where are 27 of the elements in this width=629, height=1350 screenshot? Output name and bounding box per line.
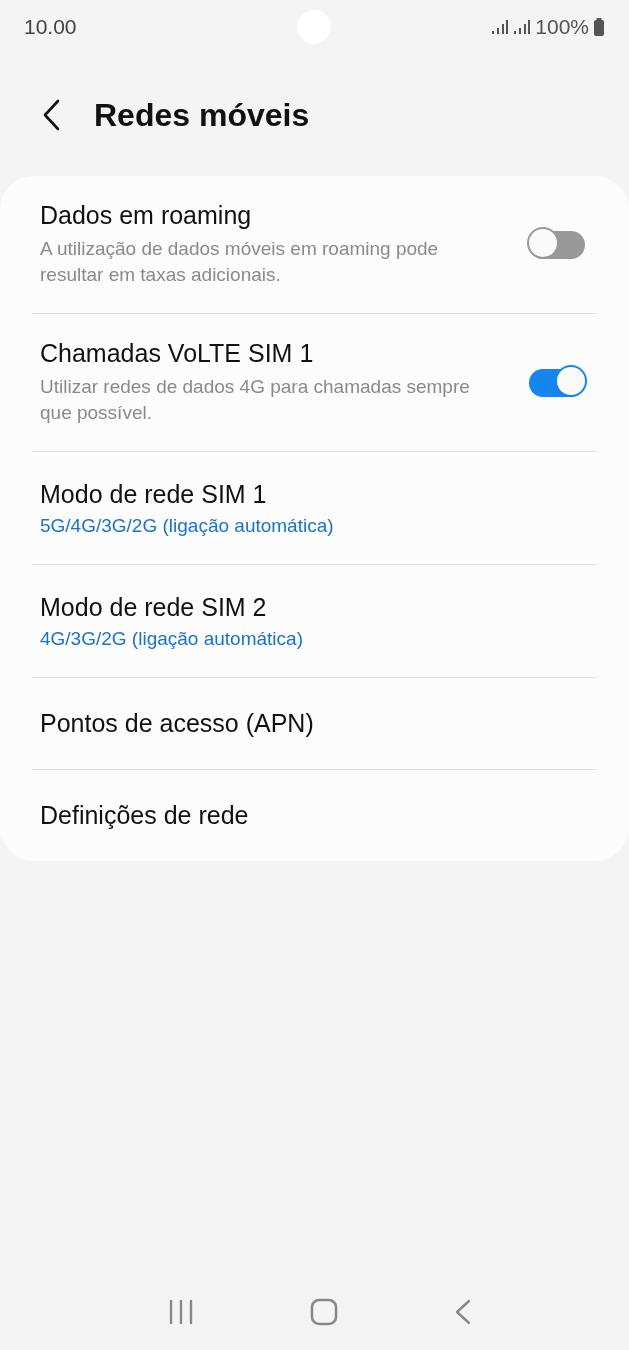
item-title: Modo de rede SIM 1	[40, 479, 268, 509]
toggle-switch[interactable]	[529, 368, 585, 397]
settings-item[interactable]: Dados em roaming A utilização de dados móveis em roaming pode resultar em taxas adicionais.	[32, 176, 597, 313]
item-title: Dados em roaming	[40, 201, 253, 230]
item-title: Definições de rede	[40, 801, 249, 830]
item-value: 5G/4G/3G/2G (ligação automática)	[40, 514, 334, 537]
settings-item[interactable]: Chamadas VoLTE SIM 1 Utilizar redes de dados 4G para chamadas sempre que possível.	[32, 314, 597, 451]
battery-icon	[593, 18, 605, 36]
status-time: 10.00	[24, 15, 77, 39]
settings-item[interactable]: Pontos de acesso (APN)	[32, 678, 597, 769]
settings-item[interactable]: Definições de rede	[32, 770, 597, 861]
item-summary: A utilização de dados móveis em roaming pode resultar em taxas adicionais.	[40, 237, 440, 287]
settings-item[interactable]: Modo de rede SIM 2 4G/3G/2G (ligação automática)	[32, 565, 597, 677]
signal-icon	[513, 19, 532, 35]
home-icon[interactable]	[310, 1298, 339, 1326]
page-title: Redes móveis	[94, 96, 310, 134]
item-title: Modo de rede SIM 2	[40, 592, 268, 622]
signal-icon	[491, 19, 510, 35]
battery-percentage: 100%	[535, 15, 589, 39]
item-title: Pontos de acesso (APN)	[40, 709, 314, 738]
toggle-switch[interactable]	[529, 230, 585, 259]
item-value: 4G/3G/2G (ligação automática)	[40, 627, 303, 650]
item-title: Chamadas VoLTE SIM 1	[40, 339, 315, 368]
settings-item[interactable]: Modo de rede SIM 1 5G/4G/3G/2G (ligação automática)	[32, 452, 597, 564]
item-summary: Utilizar redes de dados 4G para chamadas sempre que possível.	[40, 375, 471, 425]
back-icon[interactable]	[454, 1299, 471, 1325]
recent-apps-icon[interactable]	[168, 1299, 195, 1325]
